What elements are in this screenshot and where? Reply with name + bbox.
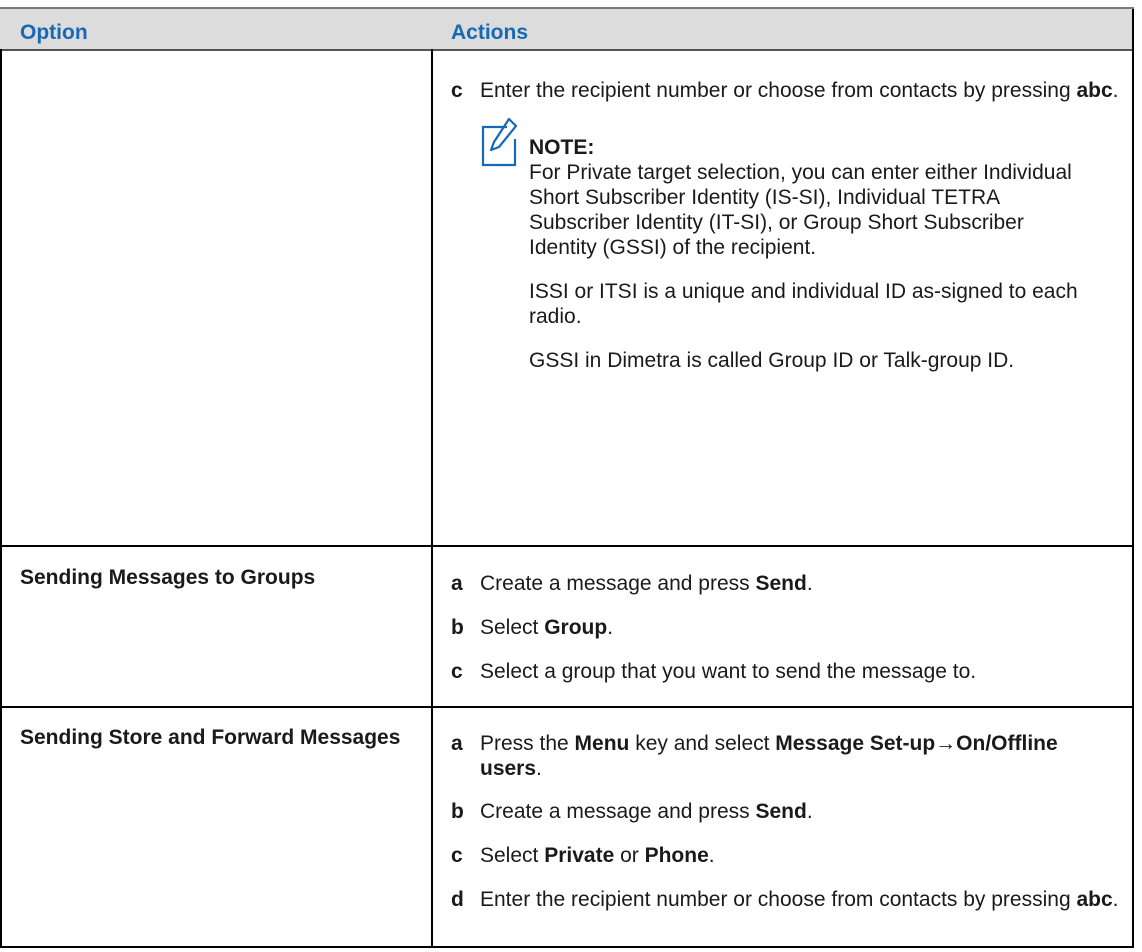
option-label: Sending Store and Forward Messages <box>20 726 401 749</box>
table-header: Option Actions <box>0 9 1134 51</box>
options-table: Option Actions c Enter the recipient num… <box>0 7 1134 948</box>
header-actions: Actions <box>451 21 529 44</box>
right-border <box>1132 9 1134 948</box>
option-label: Sending Messages to Groups <box>20 566 316 589</box>
row-divider <box>0 706 1134 708</box>
table-bottom-border <box>0 946 1134 948</box>
note-paragraph: ISSI or ITSI is a unique and individual … <box>529 280 1078 328</box>
note-paragraph: GSSI in Dimetra is called Group ID or Ta… <box>529 349 1015 372</box>
left-border <box>0 49 2 948</box>
row-divider <box>0 545 1134 547</box>
header-option: Option <box>20 21 88 44</box>
column-divider <box>431 49 433 948</box>
note-block: NOTE: For Private target selection, you … <box>529 135 1089 373</box>
note-paragraph: For Private target selection, you can en… <box>529 161 1072 259</box>
note-title: NOTE: <box>529 136 595 159</box>
note-pencil-icon <box>481 117 518 167</box>
